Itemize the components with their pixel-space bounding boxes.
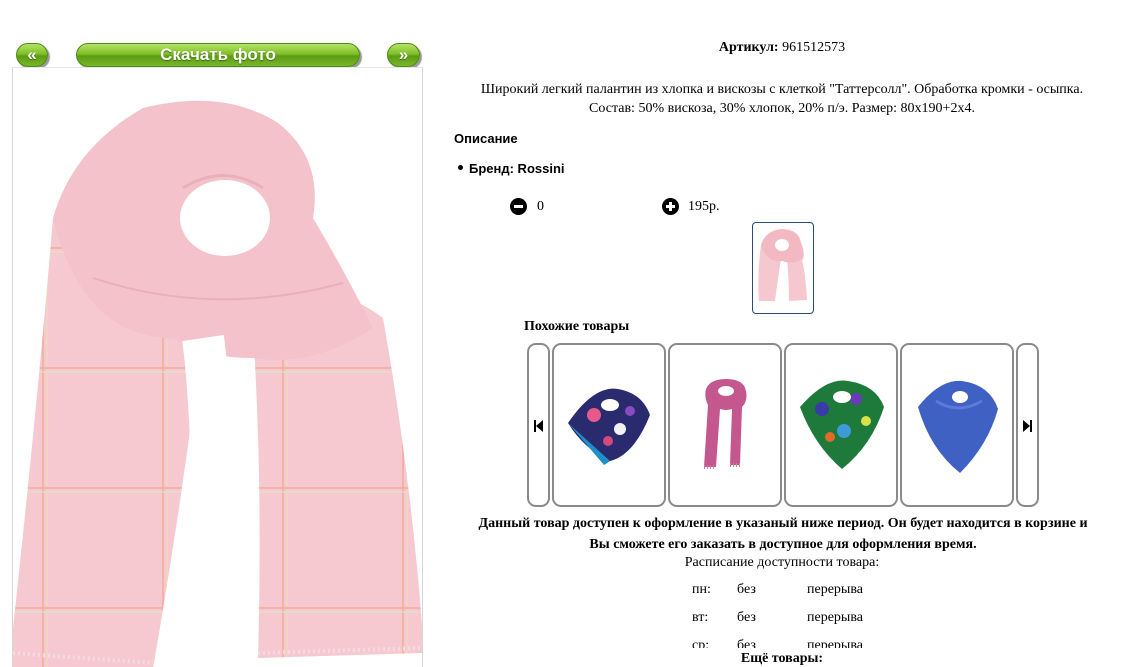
plus-circle-icon[interactable] xyxy=(662,198,679,215)
article-value: 961512573 xyxy=(782,40,846,55)
article-label: Артикул: xyxy=(718,40,779,55)
more-products-title: Ещё товары: xyxy=(740,651,824,666)
photo-thumbnail[interactable] xyxy=(752,222,814,314)
schedule-day: вт: xyxy=(692,610,709,625)
description-line-1: Широкий легкий палантин из хлопка и виск… xyxy=(480,82,1084,97)
notice-line-2: Вы сможете его заказать в доступное для … xyxy=(589,537,977,552)
schedule-without: без xyxy=(737,610,756,625)
schedule-table: пн: без перерыва вт: без перерыва ср: бе… xyxy=(692,582,912,648)
carousel-next-button[interactable] xyxy=(1016,343,1039,507)
previous-photo-button[interactable]: « xyxy=(16,43,48,67)
green-floral-shawl-image xyxy=(800,380,884,469)
similar-item-2[interactable] xyxy=(668,343,782,507)
similar-item-1[interactable] xyxy=(552,343,666,507)
pink-scarf-image xyxy=(13,100,422,667)
schedule-title: Расписание доступности товара: xyxy=(684,555,880,570)
download-photo-button[interactable]: Скачать фото xyxy=(76,43,360,67)
schedule-breaks: перерыва xyxy=(807,638,863,648)
next-photo-button[interactable]: » xyxy=(387,43,420,67)
description-heading: Описание xyxy=(454,131,518,146)
pink-scarf-image xyxy=(704,379,747,469)
quantity-value: 0 xyxy=(537,199,544,214)
similar-products-title: Похожие товары xyxy=(524,319,630,334)
product-description: Широкий легкий палантин из хлопка и виск… xyxy=(432,80,1132,118)
similar-item-3[interactable] xyxy=(784,343,898,507)
schedule-breaks: перерыва xyxy=(807,610,863,625)
article-line: Артикул: 961512573 xyxy=(432,40,1132,56)
schedule-row: вт: без перерыва xyxy=(692,610,912,638)
bullet-icon xyxy=(458,165,463,171)
price: 195р. xyxy=(688,199,720,214)
brand-text: Бренд: Rossini xyxy=(469,161,565,176)
notice-line-1: Данный товар доступен к оформление в ука… xyxy=(478,516,1088,531)
brand-item: Бренд: Rossini xyxy=(458,161,565,176)
schedule-day: ср: xyxy=(692,638,710,648)
minus-circle-icon[interactable] xyxy=(510,198,527,215)
dark-floral-shawl-image xyxy=(568,388,650,465)
schedule-row: пн: без перерыва xyxy=(692,582,912,610)
description-line-2: Состав: 50% вискоза, 30% хлопок, 20% п/э… xyxy=(589,101,975,116)
pink-scarf-thumbnail-image xyxy=(758,229,807,301)
schedule-day: пн: xyxy=(692,582,711,597)
carousel-prev-button[interactable] xyxy=(527,343,550,507)
skip-forward-icon xyxy=(1023,420,1032,432)
blue-shawl-image xyxy=(918,380,998,473)
skip-back-icon xyxy=(534,420,543,432)
product-photo xyxy=(12,67,423,667)
similar-item-4[interactable] xyxy=(900,343,1014,507)
availability-notice: Данный товар доступен к оформление в ука… xyxy=(432,513,1134,555)
schedule-without: без xyxy=(737,582,756,597)
schedule-row: ср: без перерыва xyxy=(692,638,912,648)
schedule-breaks: перерыва xyxy=(807,582,863,597)
schedule-without: без xyxy=(737,638,756,648)
